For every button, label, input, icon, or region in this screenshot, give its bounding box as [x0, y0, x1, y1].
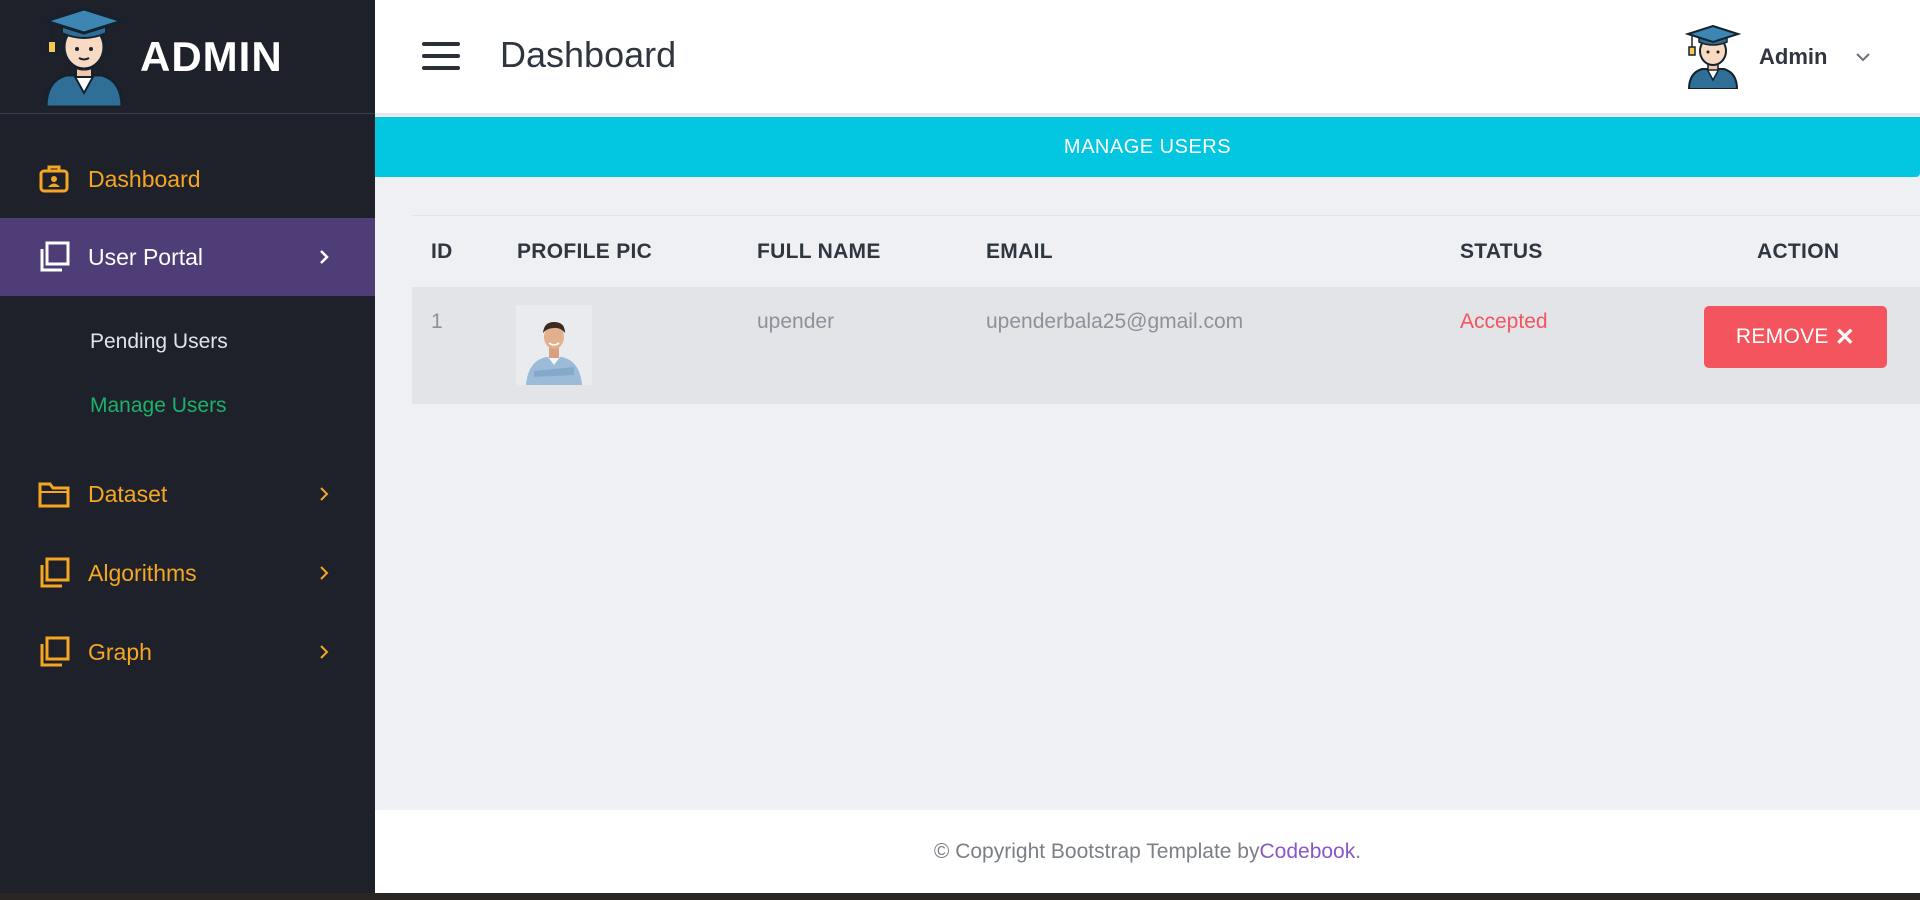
remove-user-button[interactable]: REMOVE ✕: [1704, 306, 1887, 368]
column-header-id: ID: [431, 240, 453, 263]
sidebar-item-label: Dashboard: [88, 165, 201, 192]
chevron-right-icon: [320, 566, 329, 580]
chevron-right-icon: [320, 250, 329, 264]
user-name: Admin: [1759, 44, 1828, 69]
avatar: [1685, 25, 1741, 89]
sidebar-item-dataset[interactable]: Dataset: [0, 455, 375, 533]
remove-button-label: REMOVE: [1735, 325, 1829, 348]
sidebar-item-user-portal[interactable]: User Portal: [0, 218, 375, 296]
status-badge: Accepted: [1460, 310, 1548, 333]
bottom-strip: [0, 893, 1920, 900]
chevron-down-icon: [1856, 53, 1871, 62]
copy-icon: [38, 636, 70, 668]
table-row: 1 upender upenderbala25@gmail.com Accept…: [412, 287, 1920, 404]
sidebar-item-label: Dataset: [88, 480, 168, 507]
brand: ADMIN: [0, 0, 375, 114]
sidebar-subitem-manage-users[interactable]: Manage Users: [90, 394, 227, 418]
sidebar-item-label: User Portal: [88, 243, 204, 270]
admin-logo-icon: [41, 6, 127, 107]
sidebar-item-label: Graph: [88, 638, 152, 665]
sidebar-item-algorithms[interactable]: Algorithms: [0, 534, 375, 612]
briefcase-user-icon: [38, 163, 70, 195]
brand-title: ADMIN: [140, 32, 283, 80]
column-header-email: EMAIL: [986, 240, 1053, 263]
table-header: ID PROFILE PIC FULL NAME EMAIL STATUS AC…: [412, 215, 1920, 287]
chevron-right-icon: [320, 645, 329, 659]
sidebar-item-dashboard[interactable]: Dashboard: [0, 140, 375, 218]
footer-suffix: .: [1355, 839, 1362, 863]
page-title: Dashboard: [500, 34, 677, 75]
folder-icon: [38, 478, 70, 510]
cell-id: 1: [431, 310, 443, 333]
chevron-right-icon: [320, 487, 329, 501]
sidebar: ADMIN Dashboard User Portal Pending User…: [0, 0, 375, 900]
column-header-action: ACTION: [1757, 240, 1840, 263]
sidebar-item-label: Algorithms: [88, 559, 197, 586]
top-header: Dashboard Admin: [375, 0, 1920, 115]
footer: © Copyright Bootstrap Template by Codebo…: [375, 810, 1920, 893]
user-menu[interactable]: Admin: [1685, 24, 1871, 90]
sidebar-subitem-pending-users[interactable]: Pending Users: [90, 330, 228, 354]
manage-users-banner: MANAGE USERS: [375, 117, 1920, 177]
profile-pic: [516, 305, 592, 385]
users-table: ID PROFILE PIC FULL NAME EMAIL STATUS AC…: [412, 215, 1920, 404]
column-header-full-name: FULL NAME: [757, 240, 881, 263]
footer-copyright: © Copyright Bootstrap Template by: [933, 839, 1260, 863]
column-header-status: STATUS: [1460, 240, 1543, 263]
column-header-profile-pic: PROFILE PIC: [517, 240, 653, 263]
hamburger-menu-icon[interactable]: [422, 42, 460, 70]
close-icon: ✕: [1834, 323, 1856, 351]
footer-link-codebook[interactable]: Codebook: [1260, 840, 1356, 864]
copy-icon: [38, 557, 70, 589]
copy-icon: [38, 241, 70, 273]
cell-email: upenderbala25@gmail.com: [986, 310, 1244, 333]
sidebar-item-graph[interactable]: Graph: [0, 613, 375, 691]
cell-full-name: upender: [757, 310, 835, 333]
